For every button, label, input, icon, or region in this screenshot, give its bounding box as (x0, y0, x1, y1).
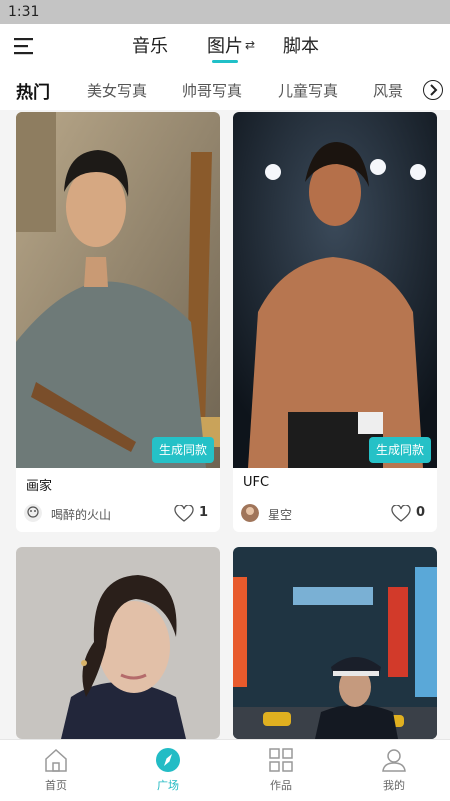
grid-icon (268, 747, 294, 773)
top-tabs: 音乐 图片 ⇄ 脚本 (0, 24, 450, 68)
tab-pictures[interactable]: 图片 (207, 32, 243, 58)
artwork-card[interactable]: 生成同款 UFC 星空 0 (233, 112, 437, 532)
tab-music[interactable]: 音乐 (132, 32, 168, 58)
avatar[interactable] (241, 504, 259, 522)
card-title: UFC (243, 475, 270, 490)
avatar[interactable] (24, 504, 42, 522)
heart-icon (391, 505, 411, 522)
card-image-fighter (233, 112, 437, 468)
heart-icon (174, 505, 194, 522)
author-name[interactable]: 星空 (268, 506, 292, 523)
user-icon (381, 747, 407, 773)
card-author-row: 喝醉的火山 1 (24, 504, 212, 524)
card-image-police (233, 547, 437, 739)
nav-home[interactable]: 首页 (0, 740, 112, 801)
like-button[interactable]: 1 (174, 504, 208, 524)
nav-label: 首页 (45, 779, 67, 792)
category-female-portrait[interactable]: 美女写真 (87, 80, 147, 101)
category-hot[interactable]: 热门 (16, 78, 50, 103)
home-icon (43, 747, 69, 773)
category-child-portrait[interactable]: 儿童写真 (278, 80, 338, 101)
nav-label: 广场 (157, 779, 179, 792)
card-image-woman (16, 547, 220, 739)
card-author-row: 星空 0 (241, 504, 429, 524)
generate-same-button[interactable]: 生成同款 (368, 437, 431, 463)
card-image-painter (16, 112, 220, 468)
nav-works[interactable]: 作品 (225, 740, 337, 801)
swap-icon[interactable]: ⇄ (245, 38, 255, 52)
bottom-nav: 首页 广场 作品 我的 (0, 739, 450, 801)
category-landscape[interactable]: 风景 (373, 80, 403, 101)
author-name[interactable]: 喝醉的火山 (51, 506, 111, 523)
nav-square[interactable]: 广场 (112, 740, 224, 801)
like-button[interactable]: 0 (391, 504, 425, 524)
artwork-card[interactable]: 生成同款 画家 喝醉的火山 1 (16, 112, 220, 532)
artwork-card[interactable] (233, 547, 437, 739)
nav-label: 我的 (383, 779, 405, 792)
nav-label: 作品 (270, 779, 292, 792)
card-title: 画家 (26, 479, 53, 494)
chevron-right-icon[interactable] (423, 80, 443, 100)
tab-script[interactable]: 脚本 (283, 32, 319, 58)
category-bar: 热门 美女写真 帅哥写真 儿童写真 风景 (0, 68, 450, 110)
like-count: 0 (415, 505, 425, 520)
active-tab-indicator (212, 60, 238, 63)
header: 音乐 图片 ⇄ 脚本 (0, 24, 450, 68)
status-bar: 1:31 (0, 0, 450, 24)
generate-same-button[interactable]: 生成同款 (151, 437, 214, 463)
category-male-portrait[interactable]: 帅哥写真 (182, 80, 242, 101)
nav-mine[interactable]: 我的 (338, 740, 450, 801)
artwork-card[interactable] (16, 547, 220, 739)
like-count: 1 (198, 505, 208, 520)
status-time: 1:31 (8, 4, 40, 20)
compass-icon (155, 747, 181, 773)
